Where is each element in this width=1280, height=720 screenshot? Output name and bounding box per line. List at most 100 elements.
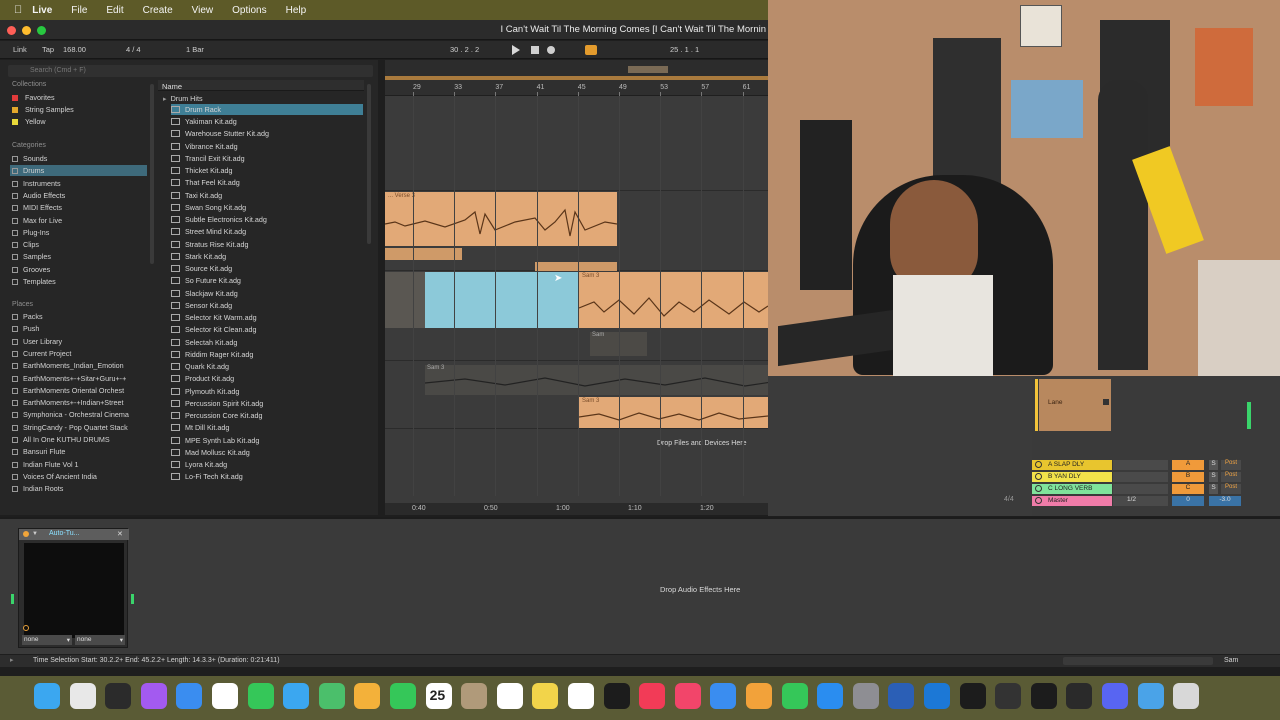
maps-icon[interactable]: [318, 683, 345, 709]
file-item[interactable]: Lyora Kit.adg: [171, 460, 227, 469]
quantize-menu[interactable]: 1 Bar: [186, 45, 204, 54]
calendar-icon[interactable]: 25: [425, 683, 452, 709]
automation-arm-button[interactable]: [585, 45, 597, 55]
place-item[interactable]: User Library: [12, 337, 62, 346]
return-track-3[interactable]: Master: [1032, 496, 1112, 506]
place-item[interactable]: Symphonica - Orchestral Cinema: [12, 410, 129, 419]
file-item[interactable]: Thicket Kit.adg: [171, 166, 233, 175]
solo-button[interactable]: S: [1209, 460, 1218, 470]
category-instruments[interactable]: Instruments: [12, 179, 61, 188]
file-item[interactable]: Taxi Kit.adg: [171, 191, 222, 200]
category-drums[interactable]: Drums: [12, 166, 44, 175]
music-icon[interactable]: [639, 683, 666, 709]
file-item[interactable]: Stark Kit.adg: [171, 252, 226, 261]
file-item[interactable]: Product Kit.adg: [171, 374, 234, 383]
file-item[interactable]: Swan Song Kit.adg: [171, 203, 246, 212]
appstore-icon[interactable]: [817, 683, 844, 709]
pages-icon[interactable]: [746, 683, 772, 709]
menu-edit[interactable]: Edit: [106, 5, 123, 16]
discord-icon[interactable]: [1102, 683, 1128, 709]
audio-clip-small[interactable]: [385, 248, 462, 260]
send-slot[interactable]: [1113, 460, 1168, 470]
contacts-icon[interactable]: [461, 683, 488, 709]
file-item[interactable]: Trancil Exit Kit.adg: [171, 154, 245, 163]
zoom-window-button[interactable]: [37, 26, 46, 35]
messages-icon[interactable]: [247, 683, 274, 709]
file-item[interactable]: Riddim Rager Kit.adg: [171, 350, 253, 359]
category-samples[interactable]: Samples: [12, 252, 51, 261]
audio-clip-small[interactable]: [535, 262, 617, 271]
audio-clip-verse3[interactable]: ... Verse 3: [385, 192, 617, 246]
file-item[interactable]: Lo-Fi Tech Kit.adg: [171, 472, 243, 481]
category-midi-effects[interactable]: MIDI Effects: [12, 203, 62, 212]
status-scrollbar[interactable]: [1063, 657, 1213, 665]
mail-icon[interactable]: [283, 683, 310, 709]
appletv-icon[interactable]: [603, 683, 630, 709]
collection-yellow[interactable]: Yellow: [12, 117, 46, 126]
post-button[interactable]: Post: [1221, 472, 1241, 482]
post-button[interactable]: Post: [1221, 484, 1241, 494]
file-item[interactable]: Slackjaw Kit.adg: [171, 289, 238, 298]
tempo-field[interactable]: 168.00: [63, 45, 86, 54]
record-icon[interactable]: [547, 46, 555, 54]
place-item[interactable]: EarthMoments Oriental Orchest: [12, 386, 124, 395]
time-signature-field[interactable]: 4 / 4: [126, 45, 141, 54]
sidebar-scrollbar[interactable]: [150, 84, 154, 264]
podcast-icon[interactable]: [140, 683, 167, 709]
collection-favorites[interactable]: Favorites: [12, 93, 55, 102]
category-grooves[interactable]: Grooves: [12, 265, 50, 274]
audio-clip-sam3-lane[interactable]: Sam 3: [425, 365, 768, 395]
overview-loop-region[interactable]: [628, 66, 668, 73]
menu-create[interactable]: Create: [143, 5, 173, 16]
return-letter[interactable]: B: [1172, 472, 1204, 482]
master-ratio[interactable]: 1/2: [1113, 496, 1168, 506]
place-item[interactable]: Push: [12, 324, 39, 333]
file-item[interactable]: Stratus Rise Kit.adg: [171, 240, 249, 249]
numbers-icon[interactable]: [781, 683, 808, 709]
file-drum-rack[interactable]: Drum Rack: [171, 105, 221, 114]
reminders-icon[interactable]: [496, 683, 523, 709]
place-item[interactable]: EarthMoments+-+Sitar+Guru+-+: [12, 374, 126, 383]
audio-clip-sam3[interactable]: Sam 3: [579, 272, 768, 328]
place-item[interactable]: Current Project: [12, 349, 71, 358]
audio-clip-sam3-lower[interactable]: Sam 3: [579, 397, 768, 428]
return-track-1[interactable]: B YAN DLY: [1032, 472, 1112, 482]
facetime-icon[interactable]: [390, 683, 416, 709]
file-item[interactable]: Mt Dill Kit.adg: [171, 423, 229, 432]
output-select[interactable]: none ▾: [75, 635, 125, 645]
file-item[interactable]: Warehouse Stutter Kit.adg: [171, 129, 269, 138]
file-item[interactable]: Selectah Kit.adg: [171, 338, 237, 347]
word-icon[interactable]: [888, 683, 915, 709]
place-item[interactable]: EarthMoments+-+Indian+Street: [12, 398, 123, 407]
place-item[interactable]: Bansuri Flute: [12, 447, 65, 456]
send-slot[interactable]: [1113, 472, 1168, 482]
collapse-icon[interactable]: ▸: [10, 656, 14, 664]
xcode-icon[interactable]: [924, 683, 950, 709]
chevron-down-icon[interactable]: ▼: [32, 531, 38, 537]
post-button[interactable]: Post: [1221, 460, 1241, 470]
file-item[interactable]: Yakiman Kit.adg: [171, 117, 237, 126]
close-window-button[interactable]: [7, 26, 16, 35]
category-templates[interactable]: Templates: [12, 277, 56, 286]
category-audio-effects[interactable]: Audio Effects: [12, 191, 65, 200]
logic-icon[interactable]: [995, 683, 1022, 709]
category-max-for-live[interactable]: Max for Live: [12, 216, 62, 225]
category-sounds[interactable]: Sounds: [12, 154, 47, 163]
obs-icon[interactable]: [1066, 683, 1093, 709]
device-power-icon[interactable]: [23, 531, 29, 537]
file-item[interactable]: Subtle Electronics Kit.adg: [171, 215, 267, 224]
menu-options[interactable]: Options: [232, 5, 266, 16]
safari-icon[interactable]: [176, 683, 203, 709]
settings-icon[interactable]: [852, 683, 879, 709]
photos-icon[interactable]: [354, 683, 381, 709]
place-item[interactable]: All In One KUTHU DRUMS: [12, 435, 110, 444]
trash-icon[interactable]: [1173, 683, 1200, 709]
file-list-scrollbar[interactable]: [367, 84, 371, 244]
solo-button[interactable]: S: [1209, 484, 1218, 494]
menu-app[interactable]: Live: [32, 5, 52, 16]
song-position-field[interactable]: 30 . 2 . 2: [450, 45, 479, 54]
folder-drum-hits[interactable]: ▸ Drum Hits: [163, 94, 203, 103]
arrangement-view[interactable]: 29 33 37 41 45 49 53 57 61 ... Verse 3 Sam 3 ➤ S…: [385, 60, 768, 515]
track-activator-icon[interactable]: [1035, 485, 1042, 492]
file-item[interactable]: Sensor Kit.adg: [171, 301, 232, 310]
